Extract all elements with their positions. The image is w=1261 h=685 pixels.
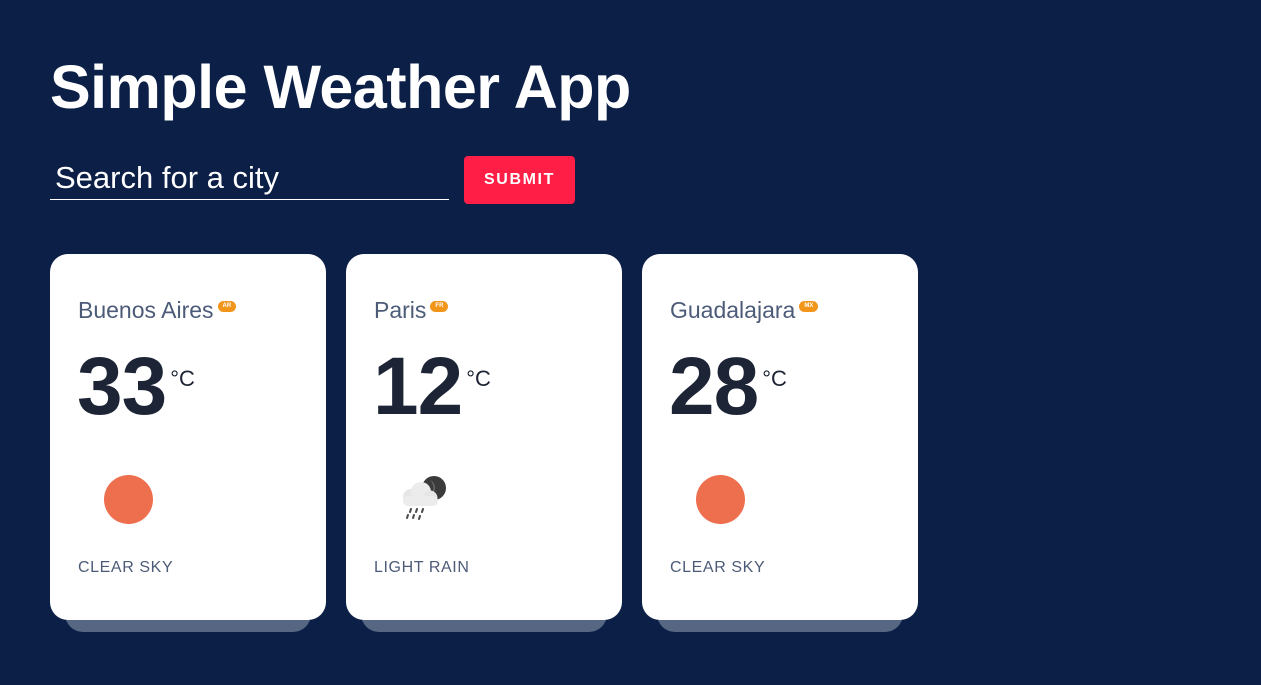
city-card-paris[interactable]: Paris FR 12 °C LIGHT RAIN <box>346 254 622 620</box>
city-card-wrapper: Guadalajara MX 28 °C CLEAR SKY <box>642 254 918 634</box>
city-card-buenos-aires[interactable]: Buenos Aires AR 33 °C CLEAR SKY <box>50 254 326 620</box>
clear-sky-sun-icon <box>94 466 162 534</box>
city-card-guadalajara[interactable]: Guadalajara MX 28 °C CLEAR SKY <box>642 254 918 620</box>
city-row: Guadalajara MX <box>670 296 819 324</box>
city-name: Paris <box>374 297 427 323</box>
country-badge: FR <box>430 301 449 312</box>
temperature-unit: °C <box>466 366 491 391</box>
search-form: SUBMIT <box>50 155 580 205</box>
temperature-unit: °C <box>170 366 195 391</box>
city-card-wrapper: Paris FR 12 °C LIGHT RAIN <box>346 254 622 634</box>
app-root: Simple Weather App SUBMIT Buenos Aires A… <box>0 0 1261 685</box>
temperature-value: 33 <box>77 341 167 432</box>
sun-shape <box>104 475 153 524</box>
weather-description: CLEAR SKY <box>670 559 766 576</box>
search-input[interactable] <box>50 155 449 200</box>
clear-sky-sun-icon <box>686 466 754 534</box>
city-row: Buenos Aires AR <box>78 296 237 324</box>
temperature-row: 28 °C <box>669 344 787 430</box>
country-badge: MX <box>799 301 819 312</box>
city-name: Buenos Aires <box>78 297 214 323</box>
temperature-value: 12 <box>373 341 463 432</box>
country-badge: AR <box>217 301 237 312</box>
submit-button[interactable]: SUBMIT <box>464 156 575 204</box>
temperature-row: 12 °C <box>373 344 491 430</box>
temperature-unit: °C <box>762 366 787 391</box>
city-row: Paris FR <box>374 296 449 324</box>
temperature-value: 28 <box>669 341 759 432</box>
weather-description: CLEAR SKY <box>78 559 174 576</box>
city-name: Guadalajara <box>670 297 796 323</box>
sun-shape <box>696 475 745 524</box>
page-title: Simple Weather App <box>50 53 631 121</box>
light-rain-cloud-icon <box>390 466 458 534</box>
city-card-wrapper: Buenos Aires AR 33 °C CLEAR SKY <box>50 254 326 634</box>
temperature-row: 33 °C <box>77 344 195 430</box>
weather-description: LIGHT RAIN <box>374 559 470 576</box>
